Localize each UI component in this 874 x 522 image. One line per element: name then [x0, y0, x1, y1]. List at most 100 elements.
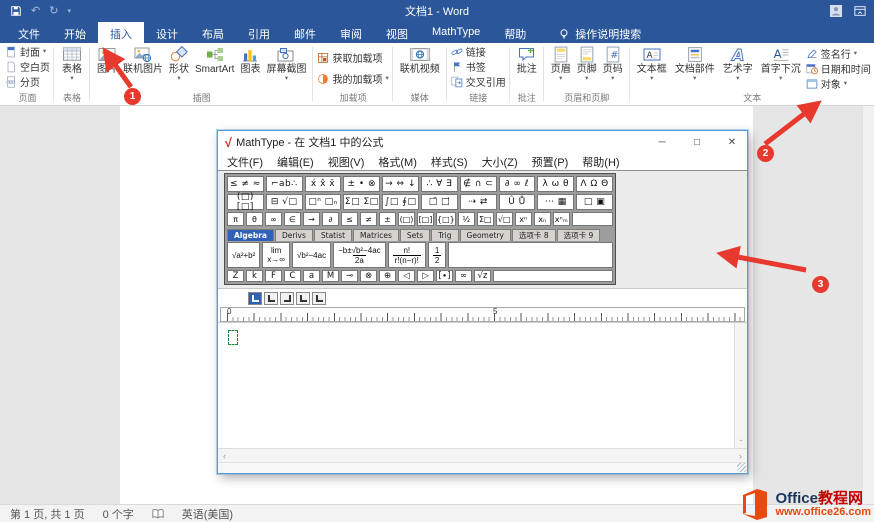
proofing-icon[interactable]	[152, 508, 164, 520]
small-symbol-button[interactable]: xⁿₘ	[553, 212, 570, 226]
small-symbol-button[interactable]: ±	[379, 212, 396, 226]
letter-button[interactable]: Z	[227, 270, 244, 282]
template-palette-button[interactable]: Σ□ Σ□	[343, 194, 380, 210]
header-button[interactable]: 页眉 ▾	[548, 44, 574, 81]
scroll-left-icon[interactable]: ‹	[223, 451, 226, 461]
category-tab[interactable]: Trig	[431, 229, 458, 241]
cross-reference-button[interactable]: 交叉引用	[451, 74, 506, 89]
ribbon-tab[interactable]: 引用	[236, 22, 282, 43]
close-icon[interactable]: ✕	[717, 131, 747, 153]
template-palette-button[interactable]: □̄ □⃗	[421, 194, 458, 210]
blank-page-button[interactable]: 空白页	[5, 59, 50, 74]
save-icon[interactable]	[10, 5, 22, 17]
expression-button[interactable]: lim x→∞	[262, 242, 290, 268]
category-tab[interactable]: 选项卡 9	[557, 229, 601, 241]
category-tab[interactable]: Geometry	[460, 229, 511, 241]
my-addins-button[interactable]: 我的加载项▾	[317, 71, 388, 86]
letter-button[interactable]: ▷	[417, 270, 434, 282]
object-button[interactable]: 对象▾	[806, 76, 847, 91]
symbol-palette-button[interactable]: ∂ ∞ ℓ	[499, 176, 536, 192]
word-vertical-scrollbar[interactable]	[862, 105, 874, 505]
equation-editing-area[interactable]: ˇ	[218, 322, 747, 448]
letter-button[interactable]: ◁	[398, 270, 415, 282]
ribbon-tab[interactable]: MathType	[420, 22, 492, 43]
scroll-down-icon[interactable]: ˇ	[740, 439, 743, 448]
symbol-palette-button[interactable]: ∉ ∩ ⊂	[460, 176, 497, 192]
template-palette-button[interactable]: Û Ů	[499, 194, 536, 210]
signature-line-button[interactable]: 签名行▾	[806, 46, 857, 61]
category-tab[interactable]: Matrices	[353, 229, 399, 241]
mathtype-horizontal-scrollbar[interactable]: ‹ ›	[218, 448, 747, 462]
menu-item[interactable]: 视图(V)	[321, 153, 372, 171]
small-symbol-button[interactable]: ∞	[265, 212, 282, 226]
template-palette-button[interactable]: ⊟ √□	[266, 194, 303, 210]
online-pictures-button[interactable]: 联机图片	[120, 44, 166, 75]
small-symbol-button[interactable]: →	[303, 212, 320, 226]
screenshot-button[interactable]: 屏幕截图 ▾	[263, 44, 309, 81]
template-palette-button[interactable]: (□) [□]	[227, 194, 264, 210]
chart-button[interactable]: 图表	[237, 44, 263, 75]
tell-me-box[interactable]: 操作说明搜索	[558, 22, 641, 43]
small-symbol-button[interactable]: ≠	[360, 212, 377, 226]
menu-item[interactable]: 预置(P)	[525, 153, 576, 171]
ribbon-tab[interactable]: 设计	[144, 22, 190, 43]
get-addins-button[interactable]: 获取加载项	[317, 50, 382, 65]
category-tab[interactable]: 选项卡 8	[512, 229, 556, 241]
menu-item[interactable]: 文件(F)	[220, 153, 270, 171]
ribbon-tab[interactable]: 邮件	[282, 22, 328, 43]
tab-stop-center-button[interactable]	[264, 292, 278, 305]
ribbon-tab[interactable]: 开始	[52, 22, 98, 43]
symbol-palette-button[interactable]: ≤ ≠ ≈	[227, 176, 264, 192]
menu-item[interactable]: 格式(M)	[371, 153, 424, 171]
table-button[interactable]: 表格 ▾	[58, 44, 86, 81]
online-video-button[interactable]: 联机视频	[397, 44, 443, 75]
letter-button[interactable]: a	[303, 270, 320, 282]
word-count[interactable]: 0 个字	[103, 506, 134, 522]
ribbon-tab[interactable]: 插入	[98, 22, 144, 43]
ribbon-tab[interactable]: 帮助	[492, 22, 538, 43]
date-time-button[interactable]: 日期和时间	[806, 61, 871, 76]
ribbon-display-options-icon[interactable]	[854, 5, 866, 17]
tab-stop-right-button[interactable]	[280, 292, 294, 305]
account-avatar[interactable]	[830, 3, 842, 19]
letter-button[interactable]: ⊗	[360, 270, 377, 282]
letter-button[interactable]: M	[322, 270, 339, 282]
category-tab[interactable]: Sets	[400, 229, 430, 241]
mathtype-titlebar[interactable]: √ MathType - 在 文档1 中的公式 ─ □ ✕	[218, 131, 747, 153]
expression-button[interactable]: √a²+b²	[227, 242, 260, 268]
letter-button[interactable]: F	[265, 270, 282, 282]
comment-button[interactable]: 批注	[514, 44, 540, 75]
small-symbol-button[interactable]: ≤	[341, 212, 358, 226]
page-indicator[interactable]: 第 1 页, 共 1 页	[10, 506, 85, 522]
symbol-palette-button[interactable]: x́ x̂ x̄	[305, 176, 342, 192]
template-palette-button[interactable]: □ ▣	[576, 194, 613, 210]
expression-button[interactable]: 1 2	[428, 242, 446, 268]
menu-item[interactable]: 帮助(H)	[575, 153, 626, 171]
menu-item[interactable]: 编辑(E)	[270, 153, 321, 171]
expression-button[interactable]: n! r!(n−r)!	[388, 242, 426, 268]
language-indicator[interactable]: 英语(美国)	[182, 506, 233, 522]
letter-button[interactable]: k	[246, 270, 263, 282]
symbol-palette-button[interactable]: ± • ⊗	[343, 176, 380, 192]
small-symbol-button[interactable]: Σ□	[477, 212, 494, 226]
ribbon-tab[interactable]: 视图	[374, 22, 420, 43]
smartart-button[interactable]: SmartArt	[192, 44, 237, 75]
letter-button[interactable]: ∞	[455, 270, 472, 282]
small-symbol-button[interactable]: ∂	[322, 212, 339, 226]
expression-button[interactable]: −b±√b²−4ac 2a	[333, 242, 386, 268]
undo-icon[interactable]: ↶	[31, 6, 40, 17]
bookmark-button[interactable]: 书签	[451, 59, 486, 74]
ribbon-tab[interactable]: 布局	[190, 22, 236, 43]
small-symbol-button[interactable]: √□	[496, 212, 513, 226]
small-symbol-button[interactable]: xₙ	[534, 212, 551, 226]
template-palette-button[interactable]: ∫□ ∮□	[382, 194, 419, 210]
template-palette-button[interactable]: □ⁿ □ₙ	[305, 194, 342, 210]
letter-button[interactable]: [∙]	[436, 270, 453, 282]
small-symbol-button[interactable]: θ	[246, 212, 263, 226]
small-symbol-button[interactable]: π	[227, 212, 244, 226]
template-palette-button[interactable]: ⋯ ▦	[537, 194, 574, 210]
quick-parts-button[interactable]: 文档部件 ▾	[672, 44, 718, 81]
ribbon-tab[interactable]: 文件	[6, 22, 52, 43]
letter-button[interactable]: C	[284, 270, 301, 282]
shapes-button[interactable]: 形状 ▾	[166, 44, 192, 81]
